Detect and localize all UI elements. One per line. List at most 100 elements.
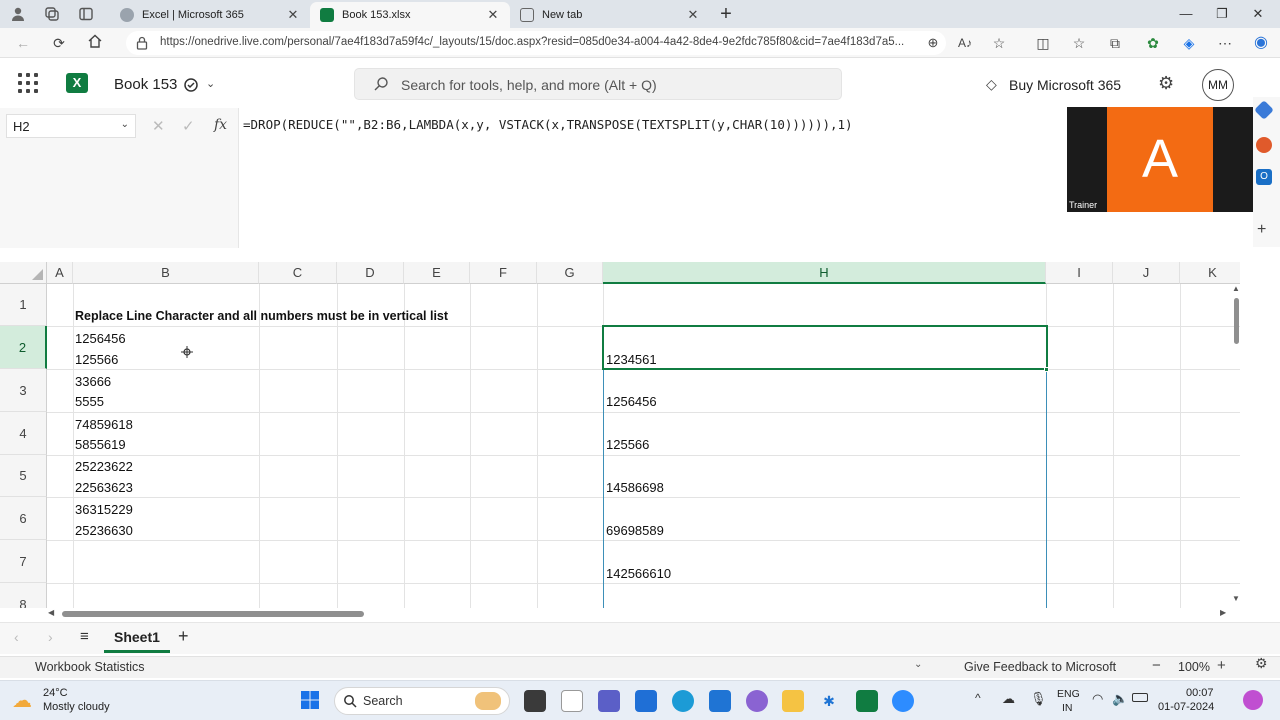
profile-icon[interactable] xyxy=(10,6,26,22)
fill-handle[interactable] xyxy=(1044,367,1049,372)
cell-h7[interactable]: 142566610 xyxy=(606,566,671,581)
row-header-6[interactable]: 6 xyxy=(0,497,47,540)
column-header-g[interactable]: G xyxy=(537,262,603,284)
browser-tab-book-153[interactable]: Book 153.xlsx ✕ xyxy=(310,2,510,28)
cell-b2-line2[interactable]: 125566 xyxy=(75,352,118,367)
favorite-star-icon[interactable]: ☆ xyxy=(988,32,1010,54)
weather-icon[interactable]: ☁ xyxy=(12,688,32,713)
edge-icon[interactable] xyxy=(672,690,694,712)
language-line1[interactable]: ENG xyxy=(1057,688,1080,700)
copilot-app-icon[interactable] xyxy=(746,690,768,712)
taskbar-search[interactable]: Search xyxy=(334,687,510,715)
cell-b1[interactable]: Replace Line Character and all numbers m… xyxy=(75,309,448,323)
name-box[interactable]: H2 ⌄ xyxy=(6,114,136,138)
row-header-4[interactable]: 4 xyxy=(0,412,47,455)
cell-h2[interactable]: 1234561 xyxy=(606,352,657,367)
column-header-a[interactable]: A xyxy=(47,262,73,284)
vertical-scrollbar[interactable]: ▲ ▼ xyxy=(1231,284,1241,606)
column-header-b[interactable]: B xyxy=(73,262,259,284)
file-explorer-icon[interactable] xyxy=(782,690,804,712)
store-icon[interactable] xyxy=(635,690,657,712)
row-header-7[interactable]: 7 xyxy=(0,540,47,583)
more-menu-icon[interactable]: ⋯ xyxy=(1214,32,1236,54)
zoom-app-icon[interactable] xyxy=(892,690,914,712)
app-launcher-icon[interactable] xyxy=(18,73,38,93)
row-header-2[interactable]: 2 xyxy=(0,326,47,369)
cell-h6[interactable]: 69698589 xyxy=(606,523,664,538)
tab-actions-icon[interactable] xyxy=(78,6,94,22)
cell-b5-line2[interactable]: 22563623 xyxy=(75,480,133,495)
copilot-taskbar-icon[interactable] xyxy=(1243,690,1263,710)
weather-temperature[interactable]: 24°C xyxy=(43,687,68,699)
office-icon[interactable] xyxy=(1256,137,1272,153)
back-icon[interactable]: ← xyxy=(12,32,34,54)
mail-icon[interactable] xyxy=(709,690,731,712)
selected-cell-h2[interactable] xyxy=(602,325,1048,370)
scroll-up-arrow[interactable]: ▲ xyxy=(1232,284,1240,293)
battery-icon[interactable] xyxy=(1132,693,1148,702)
chevron-down-icon[interactable]: ⌄ xyxy=(914,659,922,670)
horizontal-scrollbar[interactable]: ◀ ▶ xyxy=(48,608,1232,620)
cancel-formula-icon[interactable]: ✕ xyxy=(152,117,165,135)
document-title[interactable]: Book 153 xyxy=(114,76,177,93)
maximize-button[interactable]: ❐ xyxy=(1212,4,1232,24)
url-field[interactable]: https://onedrive.live.com/personal/7ae4f… xyxy=(126,31,946,55)
cell-b5-line1[interactable]: 25223622 xyxy=(75,459,133,474)
volume-icon[interactable]: 🔈 xyxy=(1112,691,1128,707)
buy-microsoft-365-button[interactable]: Buy Microsoft 365 xyxy=(1009,77,1121,93)
wifi-icon[interactable]: ◠ xyxy=(1092,691,1103,707)
zoom-out-button[interactable]: − xyxy=(1152,657,1161,674)
network-icon[interactable]: ☁ xyxy=(1002,691,1015,707)
horizontal-scroll-thumb[interactable] xyxy=(62,611,364,617)
bluetooth-icon[interactable]: ✱ xyxy=(818,690,840,712)
tag-icon[interactable] xyxy=(1254,100,1274,120)
extension-icon[interactable]: ✿ xyxy=(1142,32,1164,54)
windows-start-icon[interactable] xyxy=(300,690,320,710)
cell-b3-line2[interactable]: 5555 xyxy=(75,394,104,409)
snipping-tool-icon[interactable] xyxy=(561,690,583,712)
cell-b4-line1[interactable]: 74859618 xyxy=(75,417,133,432)
column-header-j[interactable]: J xyxy=(1113,262,1180,284)
clock-date[interactable]: 01-07-2024 xyxy=(1158,701,1214,713)
settings-gear-icon[interactable]: ⚙ xyxy=(1158,73,1174,94)
cell-b6-line2[interactable]: 25236630 xyxy=(75,523,133,538)
minimize-button[interactable]: — xyxy=(1176,4,1196,24)
zoom-in-button[interactable]: + xyxy=(1217,657,1226,674)
language-line2[interactable]: IN xyxy=(1062,702,1073,714)
insert-function-button[interactable]: fx xyxy=(214,117,227,133)
cell-h3[interactable]: 1256456 xyxy=(606,394,657,409)
row-header-5[interactable]: 5 xyxy=(0,455,47,497)
split-screen-icon[interactable]: ◫ xyxy=(1032,32,1054,54)
refresh-icon[interactable]: ⟳ xyxy=(48,32,70,54)
avatar[interactable]: MM xyxy=(1202,69,1234,101)
confirm-formula-icon[interactable]: ✓ xyxy=(182,117,195,135)
scroll-down-arrow[interactable]: ▼ xyxy=(1232,594,1240,603)
scroll-left-arrow[interactable]: ◀ xyxy=(48,608,54,617)
lock-icon[interactable] xyxy=(136,36,148,53)
cell-b2-line1[interactable]: 1256456 xyxy=(75,331,126,346)
workspaces-icon[interactable] xyxy=(44,6,60,22)
favorites-icon[interactable]: ☆ xyxy=(1068,32,1090,54)
feedback-link[interactable]: Give Feedback to Microsoft xyxy=(964,660,1116,674)
collections-icon[interactable]: ⧉ xyxy=(1104,32,1126,54)
add-icon[interactable]: + xyxy=(1257,221,1266,239)
all-sheets-menu-icon[interactable]: ≡ xyxy=(80,628,89,645)
chevron-right-icon[interactable]: › xyxy=(48,629,53,645)
column-header-k[interactable]: K xyxy=(1180,262,1240,284)
column-header-i[interactable]: I xyxy=(1046,262,1113,284)
close-window-button[interactable]: ✕ xyxy=(1248,4,1268,24)
zoom-level[interactable]: 100% xyxy=(1178,660,1210,674)
microphone-icon[interactable]: 🎙 xyxy=(1030,691,1047,707)
cell-b4-line2[interactable]: 5855619 xyxy=(75,437,126,452)
copilot-icon[interactable]: ◉ xyxy=(1250,32,1272,54)
spreadsheet-grid[interactable]: A B C D E F G H I J K 1 2 3 4 5 6 7 8 Re… xyxy=(0,262,1240,608)
row-header-8[interactable]: 8 xyxy=(0,583,47,608)
file-icon[interactable] xyxy=(524,690,546,712)
add-sheet-button[interactable]: + xyxy=(178,626,189,647)
cell-h4[interactable]: 125566 xyxy=(606,437,649,452)
clock-time[interactable]: 00:07 xyxy=(1186,687,1214,699)
zoom-icon[interactable]: ⊕ xyxy=(922,32,944,54)
select-all-corner[interactable] xyxy=(0,262,47,284)
cell-b3-line1[interactable]: 33666 xyxy=(75,374,111,389)
browser-tab-excel-365[interactable]: Excel | Microsoft 365 ✕ xyxy=(110,2,310,28)
